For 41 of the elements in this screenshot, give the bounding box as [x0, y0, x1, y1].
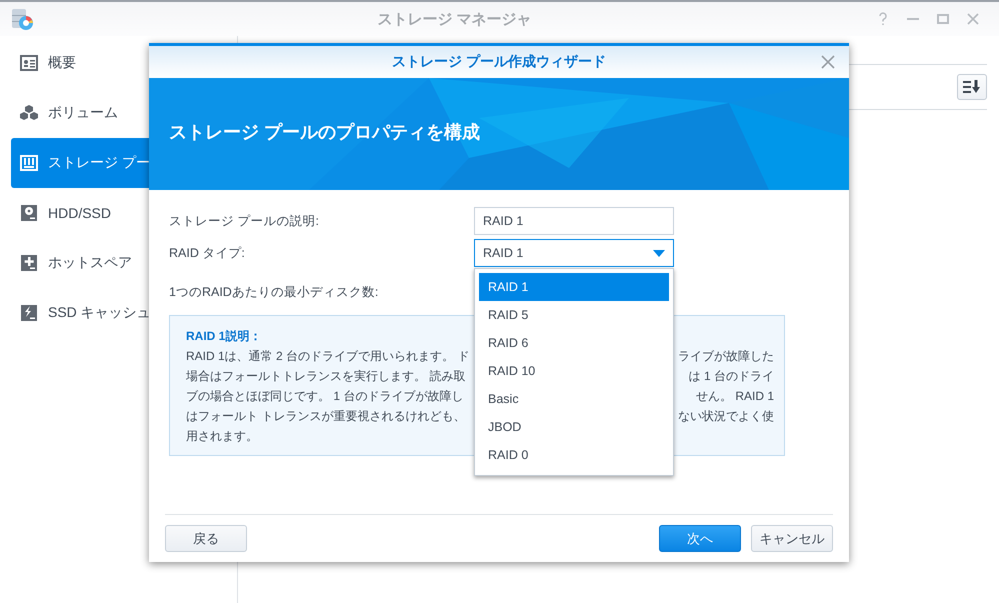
dropdown-option[interactable]: RAID 0 [479, 441, 669, 469]
close-button[interactable] [821, 55, 835, 69]
info-text: RAID 1は、通常 2 台のドライブで用いられます。 ド [186, 348, 470, 365]
dialog-title: ストレージ プール作成ウィザード [392, 53, 606, 71]
back-button[interactable]: 戻る [165, 525, 247, 552]
app-logo-icon [10, 7, 34, 31]
dropdown-option[interactable]: RAID 6 [479, 329, 669, 357]
info-text: ブの場合とほぼ同じです。 1 台のドライブが故障し [186, 388, 464, 405]
info-text: ライブが故障した [678, 348, 774, 365]
info-text: はフォールト トレランスが重要視されるけれども、 [186, 408, 466, 425]
sidebar-icon [20, 254, 38, 272]
window-title: ストレージ マネージャ [376, 10, 533, 28]
maximize-icon[interactable] [935, 11, 951, 27]
cancel-button[interactable]: キャンセル [751, 525, 833, 552]
field-label: RAID タイプ: [169, 244, 246, 262]
dropdown-option[interactable]: JBOD [479, 413, 669, 441]
select-field[interactable]: RAID 1 [474, 239, 674, 267]
close-icon[interactable] [965, 11, 981, 27]
field-label: 1つのRAIDあたりの最小ディスク数: [169, 284, 380, 300]
dropdown-option[interactable]: RAID 5 [479, 301, 669, 329]
sort-icon [963, 80, 981, 94]
info-text: ない状況でよく使 [678, 408, 774, 425]
text-field[interactable]: RAID 1 [474, 207, 674, 235]
caret-icon [653, 250, 665, 256]
sidebar-icon [20, 154, 38, 172]
sidebar-icon [20, 204, 38, 222]
info-text: は 1 台のドライ [688, 368, 774, 385]
sidebar-icon [20, 54, 38, 72]
info-text: 場合はフォールトトレランスを実行します。 読み取 [186, 368, 466, 385]
sidebar-icon [20, 304, 38, 322]
sidebar-icon [20, 104, 38, 122]
info-title: RAID 1説明： [186, 328, 262, 345]
dropdown-option[interactable]: Basic [479, 385, 669, 413]
field-label: ストレージ プールの説明: [169, 212, 320, 230]
dropdown-option[interactable]: RAID 10 [479, 357, 669, 385]
close-icon [821, 55, 835, 69]
dropdown-option[interactable]: RAID 1 [479, 273, 669, 301]
info-text: 用されます。 [186, 428, 258, 445]
info-text: せん。 RAID 1 [696, 388, 774, 405]
sidebar-item[interactable]: 概要 [11, 38, 237, 88]
sort-button[interactable] [957, 74, 987, 100]
